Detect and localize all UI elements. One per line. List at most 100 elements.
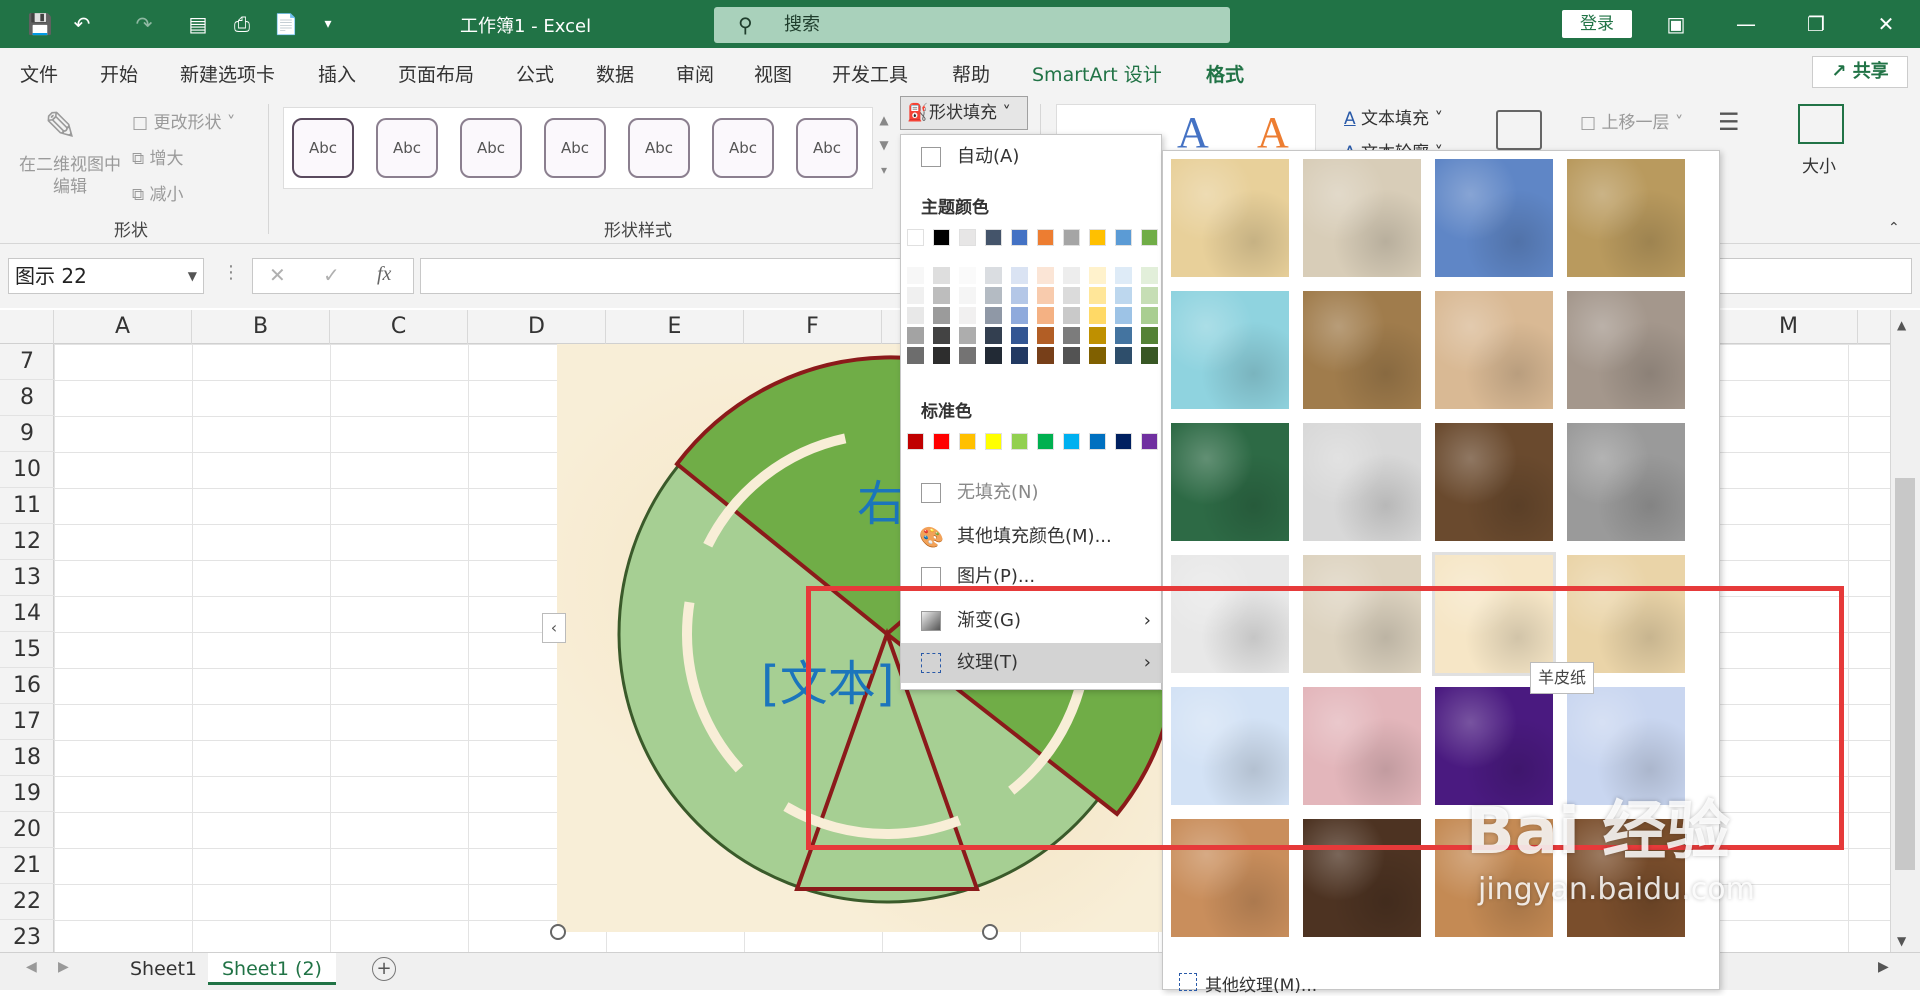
theme-color-shade-swatch[interactable] xyxy=(1115,287,1132,304)
theme-color-shade-swatch[interactable] xyxy=(907,267,924,284)
theme-color-shade-swatch[interactable] xyxy=(1089,287,1106,304)
add-sheet-icon[interactable]: + xyxy=(372,957,396,981)
theme-color-swatch[interactable] xyxy=(933,229,950,246)
enter-icon[interactable]: ✓ xyxy=(323,263,340,287)
theme-color-shade-swatch[interactable] xyxy=(1141,347,1158,364)
standard-color-swatch[interactable] xyxy=(1063,433,1080,450)
resize-handle[interactable] xyxy=(550,924,566,940)
theme-color-shade-swatch[interactable] xyxy=(1089,327,1106,344)
size-icon[interactable] xyxy=(1798,104,1844,144)
share-button[interactable]: ↗ 共享 xyxy=(1812,56,1908,88)
row-header-12[interactable]: 12 xyxy=(0,524,54,560)
standard-color-swatch[interactable] xyxy=(959,433,976,450)
theme-color-shade-swatch[interactable] xyxy=(1063,327,1080,344)
standard-color-swatch[interactable] xyxy=(1011,433,1028,450)
theme-color-shade-swatch[interactable] xyxy=(985,267,1002,284)
theme-color-shade-swatch[interactable] xyxy=(1141,307,1158,324)
theme-color-shade-swatch[interactable] xyxy=(1037,267,1054,284)
bring-forward-button[interactable]: □ 上移一层 ˅ xyxy=(1580,108,1683,133)
select-all-corner[interactable] xyxy=(0,310,54,344)
texture-swatch[interactable] xyxy=(1435,423,1553,541)
theme-color-shade-swatch[interactable] xyxy=(1141,267,1158,284)
tab-developer[interactable]: 开发工具 xyxy=(832,60,908,87)
theme-color-swatch[interactable] xyxy=(959,229,976,246)
login-button[interactable]: 登录 xyxy=(1562,10,1632,38)
row-header-10[interactable]: 10 xyxy=(0,452,54,488)
theme-color-shade-swatch[interactable] xyxy=(1089,307,1106,324)
scroll-up-icon[interactable]: ▲ xyxy=(1897,318,1906,332)
theme-color-shade-swatch[interactable] xyxy=(985,307,1002,324)
theme-color-swatch[interactable] xyxy=(1089,229,1106,246)
theme-color-shade-swatch[interactable] xyxy=(907,327,924,344)
theme-color-shade-swatch[interactable] xyxy=(933,307,950,324)
theme-color-shade-swatch[interactable] xyxy=(907,347,924,364)
resize-handle[interactable] xyxy=(982,924,998,940)
column-header-a[interactable]: A xyxy=(54,310,192,344)
minimize-icon[interactable]: — xyxy=(1726,8,1766,40)
theme-color-shade-swatch[interactable] xyxy=(1141,327,1158,344)
tab-new[interactable]: 新建选项卡 xyxy=(180,60,275,87)
theme-color-shade-swatch[interactable] xyxy=(985,287,1002,304)
theme-color-swatch[interactable] xyxy=(1063,229,1080,246)
search-input[interactable]: ⚲ 搜索 xyxy=(714,7,1230,43)
texture-swatch[interactable] xyxy=(1435,159,1553,277)
theme-color-shade-swatch[interactable] xyxy=(959,307,976,324)
theme-color-shade-swatch[interactable] xyxy=(933,347,950,364)
theme-color-swatch[interactable] xyxy=(907,229,924,246)
shape-fill-button[interactable]: ⛽ 形状填充 ˅ xyxy=(900,96,1028,130)
gallery-scroll[interactable]: ▲ ▼ ▾ xyxy=(876,108,892,184)
theme-color-shade-swatch[interactable] xyxy=(959,347,976,364)
theme-color-shade-swatch[interactable] xyxy=(1011,287,1028,304)
smartart-text-right[interactable]: 右 xyxy=(857,464,905,534)
next-sheet-icon[interactable]: ▶ xyxy=(58,959,69,975)
texture-swatch[interactable] xyxy=(1567,159,1685,277)
name-box-dropdown-icon[interactable]: ▼ xyxy=(188,259,197,293)
collapse-ribbon-icon[interactable]: ⌃ xyxy=(1888,220,1900,236)
column-header-e[interactable]: E xyxy=(606,310,744,344)
theme-color-shade-swatch[interactable] xyxy=(1115,327,1132,344)
row-header-14[interactable]: 14 xyxy=(0,596,54,632)
row-header-19[interactable]: 19 xyxy=(0,776,54,812)
prev-sheet-icon[interactable]: ◀ xyxy=(26,959,37,975)
theme-color-shade-swatch[interactable] xyxy=(959,327,976,344)
menu-no-fill[interactable]: 无填充(N) xyxy=(901,473,1163,513)
theme-color-shade-swatch[interactable] xyxy=(1063,267,1080,284)
row-header-23[interactable]: 23 xyxy=(0,920,54,956)
close-icon[interactable]: ✕ xyxy=(1866,8,1906,40)
ribbon-display-icon[interactable]: ▣ xyxy=(1656,8,1696,40)
theme-color-shade-swatch[interactable] xyxy=(1089,347,1106,364)
restore-icon[interactable]: ❐ xyxy=(1796,8,1836,40)
texture-swatch[interactable] xyxy=(1171,423,1289,541)
theme-color-shade-swatch[interactable] xyxy=(959,267,976,284)
standard-color-swatch[interactable] xyxy=(1141,433,1158,450)
theme-color-shade-swatch[interactable] xyxy=(985,347,1002,364)
texture-swatch[interactable] xyxy=(1303,159,1421,277)
theme-color-shade-swatch[interactable] xyxy=(1037,287,1054,304)
column-header-b[interactable]: B xyxy=(192,310,330,344)
redo-icon[interactable]: ↷ xyxy=(130,10,158,38)
save-icon[interactable]: 💾 xyxy=(26,10,54,38)
theme-color-shade-swatch[interactable] xyxy=(933,287,950,304)
theme-color-shade-swatch[interactable] xyxy=(1011,307,1028,324)
theme-color-swatch[interactable] xyxy=(985,229,1002,246)
standard-color-swatch[interactable] xyxy=(1037,433,1054,450)
standard-color-swatch[interactable] xyxy=(907,433,924,450)
row-header-13[interactable]: 13 xyxy=(0,560,54,596)
row-header-11[interactable]: 11 xyxy=(0,488,54,524)
row-header-20[interactable]: 20 xyxy=(0,812,54,848)
tab-page-layout[interactable]: 页面布局 xyxy=(398,60,474,87)
theme-color-shade-swatch[interactable] xyxy=(1115,347,1132,364)
sheet-tab-sheet1-2[interactable]: Sheet1 (2) xyxy=(208,953,336,985)
theme-color-shade-swatch[interactable] xyxy=(1037,347,1054,364)
theme-color-shade-swatch[interactable] xyxy=(1037,327,1054,344)
row-header-22[interactable]: 22 xyxy=(0,884,54,920)
align-icon[interactable]: ☰ xyxy=(1718,104,1740,140)
column-header-m[interactable]: M xyxy=(1720,310,1858,344)
document-icon[interactable]: 📄 xyxy=(272,10,300,38)
standard-color-swatch[interactable] xyxy=(1089,433,1106,450)
scroll-thumb[interactable] xyxy=(1895,478,1915,870)
tab-insert[interactable]: 插入 xyxy=(318,60,356,87)
theme-color-swatch[interactable] xyxy=(1141,229,1158,246)
row-header-21[interactable]: 21 xyxy=(0,848,54,884)
cancel-icon[interactable]: ✕ xyxy=(269,263,286,287)
